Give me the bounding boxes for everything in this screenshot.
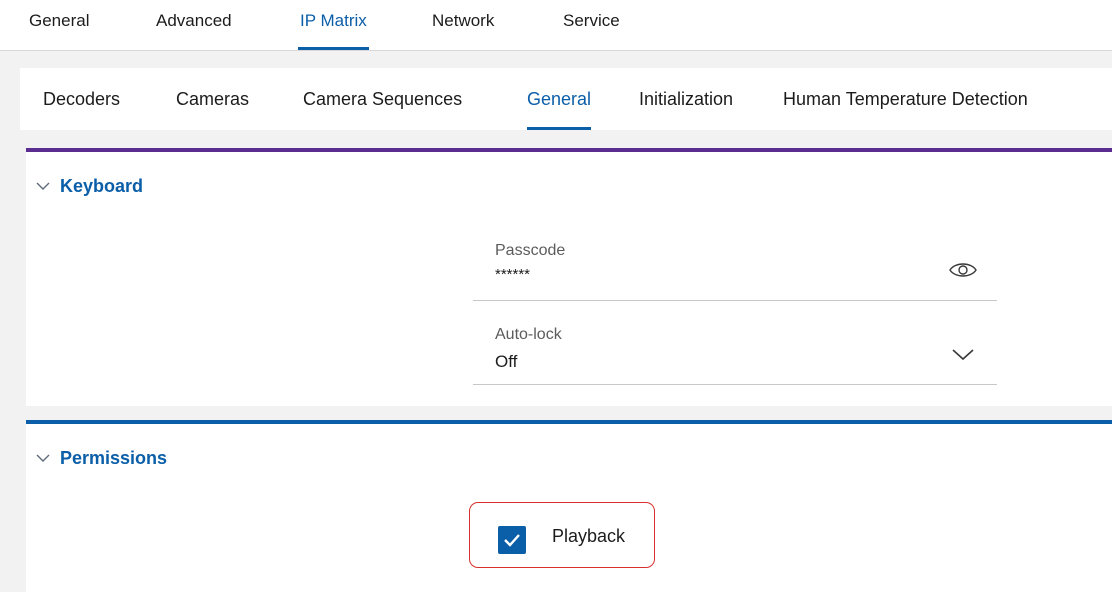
eye-icon[interactable] [947,256,979,284]
passcode-field[interactable]: Passcode ****** [473,238,997,301]
tab-general[interactable]: General [29,0,89,50]
top-tab-bar: General Advanced IP Matrix Network Servi… [0,0,1112,51]
tab-network[interactable]: Network [432,0,494,50]
passcode-label: Passcode [495,242,566,259]
chevron-down-icon[interactable] [947,340,979,368]
autolock-value: Off [495,352,518,371]
playback-label: Playback [552,526,626,546]
keyboard-section: Keyboard Passcode ****** Auto-lock Off [26,148,1112,406]
tab-advanced[interactable]: Advanced [156,0,232,50]
subtab-initialization[interactable]: Initialization [639,68,733,130]
subtab-camera-sequences[interactable]: Camera Sequences [303,68,462,130]
sub-tab-bar: Decoders Cameras Camera Sequences Genera… [20,68,1112,130]
tab-service[interactable]: Service [563,0,620,50]
permissions-section-title: Permissions [60,447,168,468]
autolock-label: Auto-lock [495,326,562,343]
subtab-decoders[interactable]: Decoders [43,68,120,130]
tab-ip-matrix[interactable]: IP Matrix [298,0,369,50]
subtab-general[interactable]: General [527,68,592,130]
passcode-value: ****** [495,266,531,283]
subtab-human-temperature-detection[interactable]: Human Temperature Detection [783,68,1028,130]
chevron-down-icon [36,182,50,190]
autolock-select[interactable]: Auto-lock Off [473,322,997,385]
keyboard-section-title: Keyboard [60,175,144,196]
keyboard-section-header[interactable]: Keyboard [34,174,143,198]
chevron-down-icon [36,454,50,462]
permissions-section: Permissions Playback [26,420,1112,592]
settings-page: General Advanced IP Matrix Network Servi… [0,0,1112,592]
checkmark-icon [504,534,520,547]
playback-checkbox-row[interactable]: Playback [469,502,655,568]
subtab-cameras[interactable]: Cameras [176,68,249,130]
permissions-section-header[interactable]: Permissions [34,446,167,470]
playback-checkbox[interactable] [498,526,526,554]
